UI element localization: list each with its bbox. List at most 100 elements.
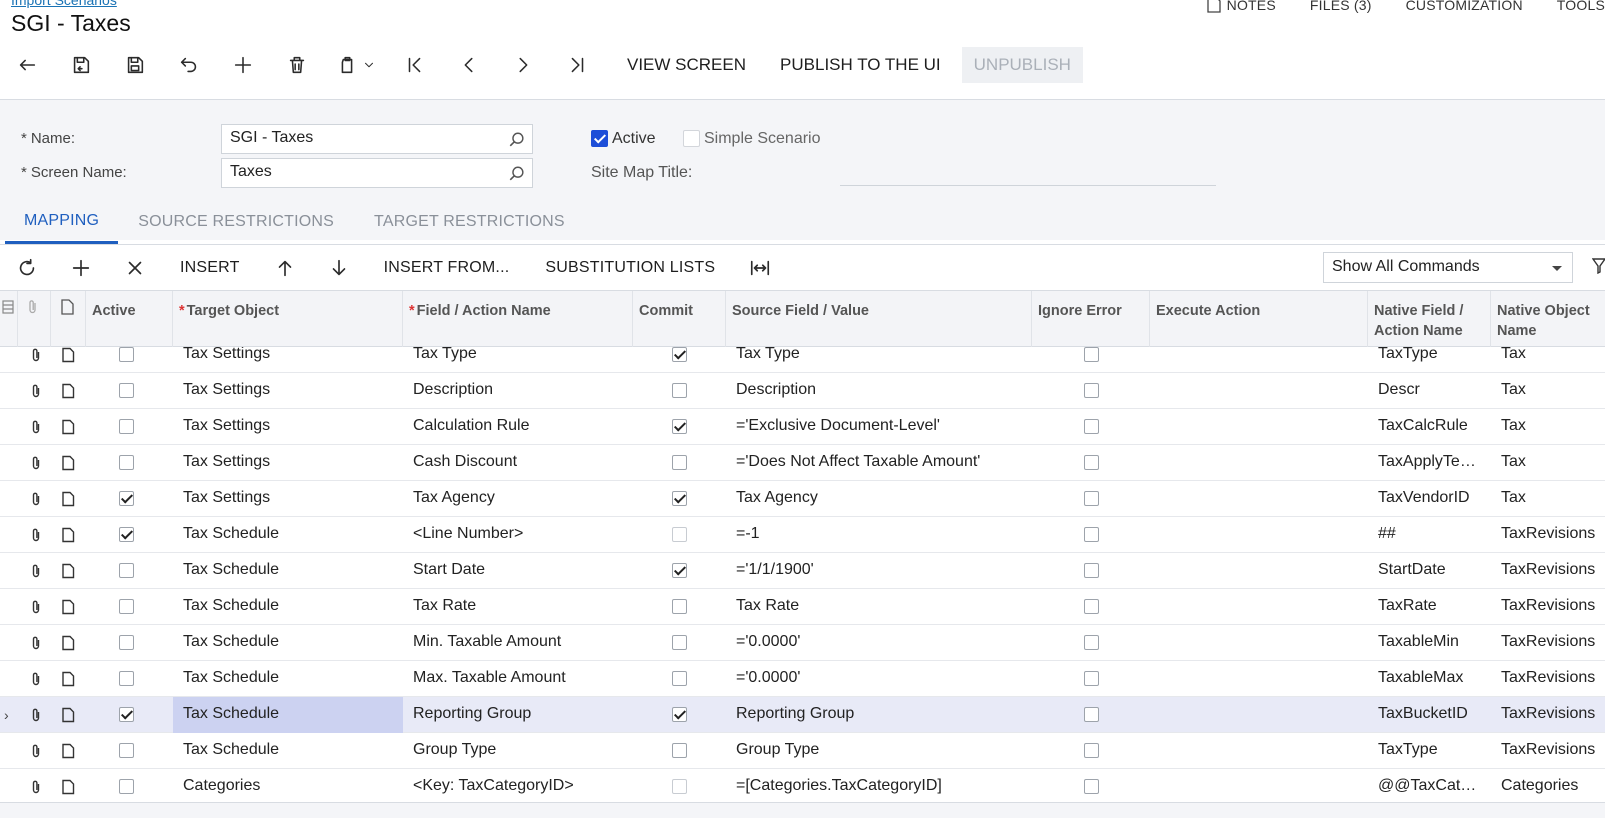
screen-name-field[interactable]: Taxes	[221, 158, 533, 188]
table-row[interactable]: Tax Settings Tax Agency Tax Agency TaxVendo…	[0, 481, 1605, 517]
ignore-error-checkbox[interactable]	[1084, 491, 1099, 506]
move-down-button[interactable]	[312, 245, 366, 290]
field-action-cell[interactable]: <Line Number>	[403, 517, 633, 553]
tools-link[interactable]: TOOLS	[1557, 0, 1605, 13]
col-source-field[interactable]: Source Field / Value	[726, 291, 1032, 347]
commit-checkbox[interactable]	[672, 455, 687, 470]
note-icon[interactable]	[60, 671, 76, 687]
customization-link[interactable]: CUSTOMIZATION	[1406, 0, 1523, 13]
fit-columns-button[interactable]	[733, 245, 787, 290]
target-object-cell[interactable]: Tax Settings	[173, 481, 403, 517]
attachment-icon[interactable]	[28, 347, 44, 363]
ignore-error-checkbox[interactable]	[1084, 779, 1099, 794]
source-field-cell[interactable]: ='0.0000'	[726, 625, 1032, 661]
field-action-cell[interactable]: Group Type	[403, 733, 633, 769]
active-checkbox[interactable]	[119, 563, 134, 578]
active-checkbox[interactable]	[119, 383, 134, 398]
clipboard-button[interactable]	[324, 46, 388, 84]
source-field-cell[interactable]: Group Type	[726, 733, 1032, 769]
files-link[interactable]: FILES (3)	[1310, 0, 1372, 13]
execute-action-cell[interactable]	[1150, 733, 1368, 769]
table-row[interactable]: Tax Schedule Group Type Group Type TaxType T…	[0, 733, 1605, 769]
note-icon[interactable]	[60, 743, 76, 759]
insert-button[interactable]: INSERT	[162, 259, 258, 277]
active-checkbox[interactable]	[591, 130, 608, 147]
execute-action-cell[interactable]	[1150, 661, 1368, 697]
execute-action-cell[interactable]	[1150, 517, 1368, 553]
table-row[interactable]: Tax Settings Tax Type Tax Type TaxType Tax	[0, 347, 1605, 373]
source-field-cell[interactable]: Reporting Group	[726, 697, 1032, 733]
note-icon[interactable]	[60, 563, 76, 579]
col-active[interactable]: Active	[86, 291, 173, 347]
note-icon[interactable]	[60, 779, 76, 795]
field-action-cell[interactable]: Cash Discount	[403, 445, 633, 481]
note-icon[interactable]	[60, 455, 76, 471]
source-field-cell[interactable]: ='Does Not Affect Taxable Amount'	[726, 445, 1032, 481]
field-action-cell[interactable]: <Key: TaxCategoryID>	[403, 769, 633, 802]
ignore-error-checkbox[interactable]	[1084, 707, 1099, 722]
attachment-icon[interactable]	[28, 599, 44, 615]
notes-link[interactable]: NOTES	[1206, 0, 1276, 13]
execute-action-cell[interactable]	[1150, 481, 1368, 517]
execute-action-cell[interactable]	[1150, 697, 1368, 733]
refresh-button[interactable]	[0, 245, 54, 290]
active-checkbox[interactable]	[119, 707, 134, 722]
target-object-cell[interactable]: Tax Settings	[173, 445, 403, 481]
search-icon[interactable]	[508, 131, 526, 149]
ignore-error-checkbox[interactable]	[1084, 635, 1099, 650]
ignore-error-checkbox[interactable]	[1084, 383, 1099, 398]
commit-checkbox[interactable]	[672, 563, 687, 578]
active-checkbox[interactable]	[119, 419, 134, 434]
add-row-button[interactable]	[54, 245, 108, 290]
commit-checkbox[interactable]	[672, 635, 687, 650]
tab-source-restrictions[interactable]: SOURCE RESTRICTIONS	[118, 200, 354, 244]
col-target-object[interactable]: * Target Object	[173, 291, 403, 347]
field-action-cell[interactable]: Max. Taxable Amount	[403, 661, 633, 697]
active-checkbox[interactable]	[119, 527, 134, 542]
col-ignore-error[interactable]: Ignore Error	[1032, 291, 1150, 347]
col-native-object[interactable]: Native Object Name	[1491, 291, 1605, 347]
ignore-error-checkbox[interactable]	[1084, 563, 1099, 578]
active-checkbox[interactable]	[119, 455, 134, 470]
commands-filter-select[interactable]: Show All Commands	[1323, 252, 1573, 283]
source-field-cell[interactable]: =[Categories.TaxCategoryID]	[726, 769, 1032, 802]
target-object-cell[interactable]: Tax Schedule	[173, 697, 403, 733]
attachment-icon[interactable]	[28, 743, 44, 759]
last-record-button[interactable]	[550, 46, 604, 84]
field-action-cell[interactable]: Tax Agency	[403, 481, 633, 517]
table-row[interactable]: Tax Schedule Min. Taxable Amount ='0.0000'…	[0, 625, 1605, 661]
table-row[interactable]: Tax Settings Cash Discount ='Does Not Affe…	[0, 445, 1605, 481]
ignore-error-checkbox[interactable]	[1084, 671, 1099, 686]
execute-action-cell[interactable]	[1150, 445, 1368, 481]
commit-checkbox[interactable]	[672, 671, 687, 686]
attachment-icon[interactable]	[28, 635, 44, 651]
commit-checkbox[interactable]	[672, 707, 687, 722]
target-object-cell[interactable]: Tax Schedule	[173, 553, 403, 589]
target-object-cell[interactable]: Tax Schedule	[173, 517, 403, 553]
col-native-field[interactable]: Native Field / Action Name	[1368, 291, 1491, 347]
active-checkbox[interactable]	[119, 779, 134, 794]
ignore-error-checkbox[interactable]	[1084, 743, 1099, 758]
note-icon[interactable]	[60, 599, 76, 615]
note-icon[interactable]	[60, 347, 76, 363]
table-row[interactable]: › Tax Schedule Reporting Group Reporting Gr…	[0, 697, 1605, 733]
field-action-cell[interactable]: Description	[403, 373, 633, 409]
execute-action-cell[interactable]	[1150, 347, 1368, 373]
note-icon[interactable]	[60, 527, 76, 543]
attachment-icon[interactable]	[28, 779, 44, 795]
delete-button[interactable]	[270, 46, 324, 84]
attachment-icon[interactable]	[28, 527, 44, 543]
save-button[interactable]	[108, 46, 162, 84]
target-object-cell[interactable]: Tax Schedule	[173, 733, 403, 769]
active-checkbox[interactable]	[119, 671, 134, 686]
table-row[interactable]: Tax Schedule Tax Rate Tax Rate TaxRate TaxRe…	[0, 589, 1605, 625]
next-record-button[interactable]	[496, 46, 550, 84]
note-icon[interactable]	[60, 491, 76, 507]
insert-from-button[interactable]: INSERT FROM...	[366, 259, 528, 277]
source-field-cell[interactable]: Description	[726, 373, 1032, 409]
field-action-cell[interactable]: Start Date	[403, 553, 633, 589]
ignore-error-checkbox[interactable]	[1084, 455, 1099, 470]
ignore-error-checkbox[interactable]	[1084, 527, 1099, 542]
table-row[interactable]: Categories <Key: TaxCategoryID> =[Categori…	[0, 769, 1605, 802]
tab-mapping[interactable]: MAPPING	[5, 200, 119, 244]
